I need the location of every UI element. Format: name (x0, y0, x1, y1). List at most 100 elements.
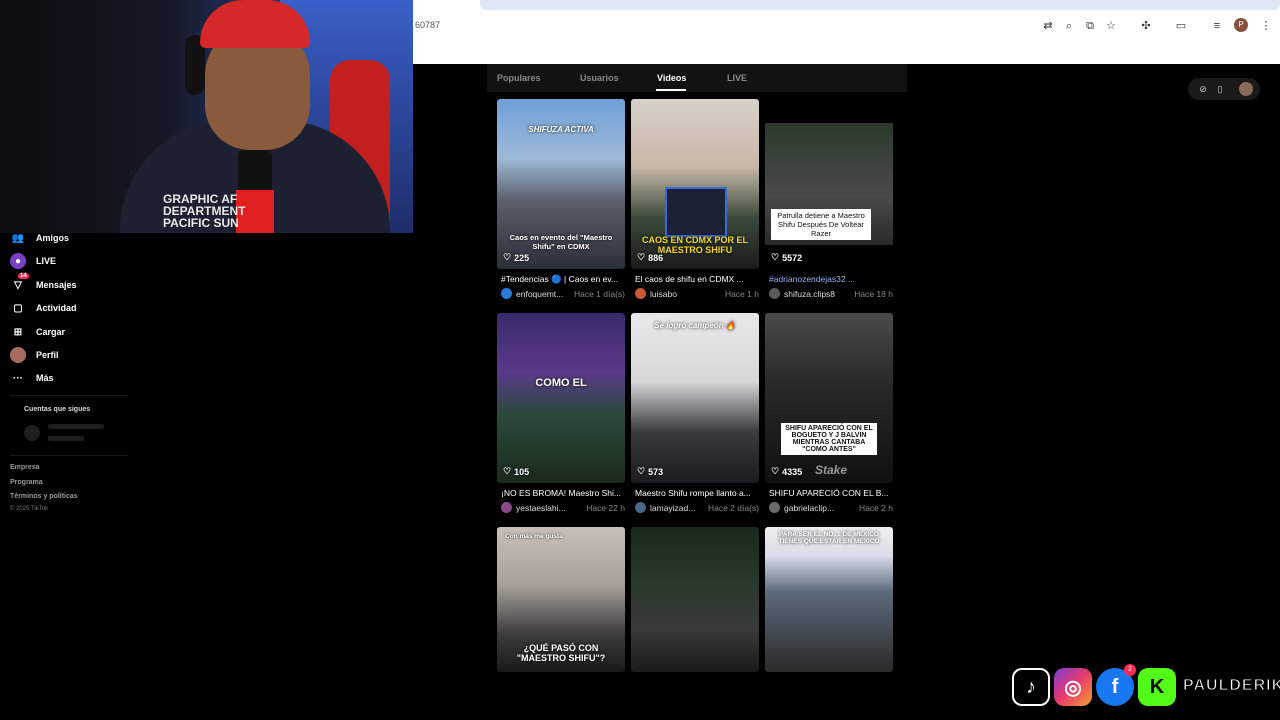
messages-icon: ▽ 14 (14, 273, 29, 291)
likes-count: ♡ 5572 (771, 252, 803, 263)
address-bar[interactable]: 60787 (415, 20, 440, 30)
footer-link-empresa[interactable]: Empresa (10, 464, 40, 471)
video-thumbnail[interactable] (631, 527, 759, 672)
video-caption[interactable]: #Tendencias 🔵 | Caos en ev... (501, 274, 625, 285)
author-avatar[interactable] (501, 288, 512, 299)
video-meta: gabrielaclip... Hace 2 h (769, 502, 897, 513)
heart-icon: ♡ (503, 252, 512, 262)
likes-count: ♡ 225 (503, 252, 530, 263)
post-time: Hace 18 h (854, 288, 893, 299)
thumbnail-overlay-caption: Caos en evento del "Maestro Shifu" en CD… (509, 233, 613, 251)
user-avatar-icon[interactable] (1239, 82, 1253, 96)
extensions-icon[interactable]: ✣ (1138, 18, 1154, 34)
thumbnail-overlay-title: SHIFUZA ACTIVA (528, 125, 594, 134)
author-avatar[interactable] (769, 288, 780, 299)
sidebar-divider (10, 395, 128, 396)
video-meta: lamayizad... Hace 2 día(s) (635, 502, 763, 513)
author-name[interactable]: enfoquemt... (516, 289, 570, 299)
heart-icon: ♡ (771, 466, 780, 476)
video-thumbnail[interactable]: COMO EL ♡ 105 (497, 313, 625, 483)
browser-tabstrip[interactable] (480, 0, 1280, 10)
sidebar-divider (10, 455, 128, 456)
active-tab-indicator (656, 89, 686, 91)
loading-avatar-placeholder (24, 425, 40, 441)
author-name[interactable]: luisabo (650, 289, 706, 299)
author-avatar[interactable] (501, 502, 512, 513)
sidebar-item-label: Perfil (36, 350, 59, 360)
video-caption[interactable]: Maestro Shifu rompe llanto a... (635, 488, 759, 498)
likes-count: ♡ 573 (637, 466, 664, 477)
post-time: Hace 22 h (586, 502, 625, 513)
translate-icon[interactable]: ⇄ (1040, 18, 1056, 34)
thumbnail-overlay-title: PARA SER EL NO. 1 DE MEXICO TIENES QUE E… (778, 531, 880, 545)
kick-icon: K (1138, 668, 1176, 706)
compass-icon[interactable]: ⊘ (1197, 83, 1209, 95)
author-avatar[interactable] (769, 502, 780, 513)
thumbnail-overlay-caption: ¿QUÉ PASÓ CON "MAESTRO SHIFU"? (516, 643, 606, 663)
video-caption[interactable]: El caos de shifu en CDMX ... (635, 274, 759, 284)
author-avatar[interactable] (635, 288, 646, 299)
post-time: Hace 2 día(s) (707, 502, 759, 513)
video-thumbnail[interactable]: PARA SER EL NO. 1 DE MEXICO TIENES QUE E… (765, 527, 893, 672)
thumbnail-overlay-caption: COMO EL (535, 377, 587, 389)
more-icon: ··· (13, 372, 23, 384)
video-thumbnail[interactable]: Se logró campeón 🔥 ♡ 573 (631, 313, 759, 483)
video-caption[interactable]: SHIFU APARECIÓ CON EL B... (769, 488, 893, 498)
likes-count: ♡ 4335 (771, 466, 803, 477)
install-icon[interactable]: ⧉ (1082, 18, 1098, 34)
menu-kebab-icon[interactable]: ⋮ (1258, 18, 1274, 34)
video-thumbnail[interactable]: CAOS EN CDMX POR EL MAESTRO SHIFU ♡ 886 (631, 99, 759, 269)
video-caption[interactable]: ¡NO ES BROMA! Maestro Shi... (501, 488, 625, 498)
sidebar-item-amigos[interactable]: 👥 Amigos (10, 230, 69, 246)
sidebar-item-mensajes[interactable]: ▽ 14 Mensajes (10, 273, 77, 293)
screen: GRAPHIC AF DEPARTMENT PACIFIC SUN 60787 … (0, 0, 1280, 720)
tiktok-icon: ♪ (1012, 668, 1050, 706)
media-controls-icon[interactable]: ≡ (1209, 18, 1225, 34)
author-name[interactable]: lamayizad... (650, 503, 704, 513)
video-meta: shifuza.clips8 Hace 18 h (769, 288, 897, 299)
thumbnail-overlay-caption: SHIFU APARECIÓ CON EL BOGUETO Y J BALVIN… (781, 423, 877, 455)
video-meta: enfoquemt... Hace 1 día(s) (501, 288, 629, 299)
author-avatar[interactable] (635, 502, 646, 513)
likes-count: ♡ 105 (503, 466, 530, 477)
profile-avatar-icon[interactable]: P (1234, 18, 1248, 32)
sidebar-item-perfil[interactable]: Perfil (10, 347, 59, 363)
post-time: Hace 2 h (858, 502, 893, 513)
footer-link-programa[interactable]: Programa (10, 479, 43, 486)
post-time: Hace 1 día(s) (573, 288, 625, 299)
tab-videos[interactable]: Videos (657, 73, 686, 83)
notification-badge: 2 (1124, 664, 1136, 676)
video-thumbnail[interactable]: SHIFU APARECIÓ CON EL BOGUETO Y J BALVIN… (765, 313, 893, 483)
footer-link-terminos[interactable]: Términos y políticas (10, 493, 78, 500)
video-thumbnail[interactable]: Con más me gusta ¿QUÉ PASÓ CON "MAESTRO … (497, 527, 625, 672)
bookmark-star-icon[interactable]: ☆ (1103, 18, 1119, 34)
heart-icon: ♡ (637, 466, 646, 476)
tab-populares[interactable]: Populares (497, 73, 541, 83)
search-tabs (487, 64, 907, 92)
cast-icon[interactable]: ▭ (1173, 18, 1189, 34)
social-overlay: ♪ ◎ f 2 K PAULDERIK (1010, 662, 1280, 710)
live-icon: ● (10, 253, 26, 269)
video-thumbnail[interactable]: Patrulla detiene a Maestro Shifu Después… (765, 99, 893, 269)
video-thumbnail[interactable]: SHIFUZA ACTIVA Caos en evento del "Maest… (497, 99, 625, 269)
video-caption[interactable]: #adrianozendejas32 ... (769, 274, 893, 284)
thumbnail-overlay-caption: Patrulla detiene a Maestro Shifu Después… (771, 209, 871, 240)
sidebar-item-cargar[interactable]: ⊞ Cargar (10, 324, 65, 340)
sidebar-item-live[interactable]: ● LIVE (10, 253, 56, 269)
stake-watermark: Stake (815, 463, 848, 477)
thumbnail-overlay-title: Con más me gusta (505, 533, 563, 540)
tab-live[interactable]: LIVE (727, 73, 747, 83)
loading-line-placeholder (48, 424, 104, 429)
author-name[interactable]: shifuza.clips8 (784, 289, 850, 299)
friends-icon: 👥 (11, 232, 25, 244)
mobile-icon[interactable]: ▯ (1214, 83, 1226, 95)
tab-usuarios[interactable]: Usuarios (580, 73, 619, 83)
author-name[interactable]: yestaeslahi... (516, 503, 572, 513)
brand-name: PAULDERIK (1182, 677, 1280, 695)
author-name[interactable]: gabrielaclip... (784, 503, 840, 513)
heart-icon: ♡ (503, 466, 512, 476)
zoom-icon[interactable]: ⌕ (1061, 18, 1077, 34)
sidebar-item-actividad[interactable]: ▢ Actividad (10, 300, 76, 316)
sidebar-item-mas[interactable]: ··· Más (10, 370, 54, 386)
sidebar-item-label: Cargar (36, 327, 66, 337)
